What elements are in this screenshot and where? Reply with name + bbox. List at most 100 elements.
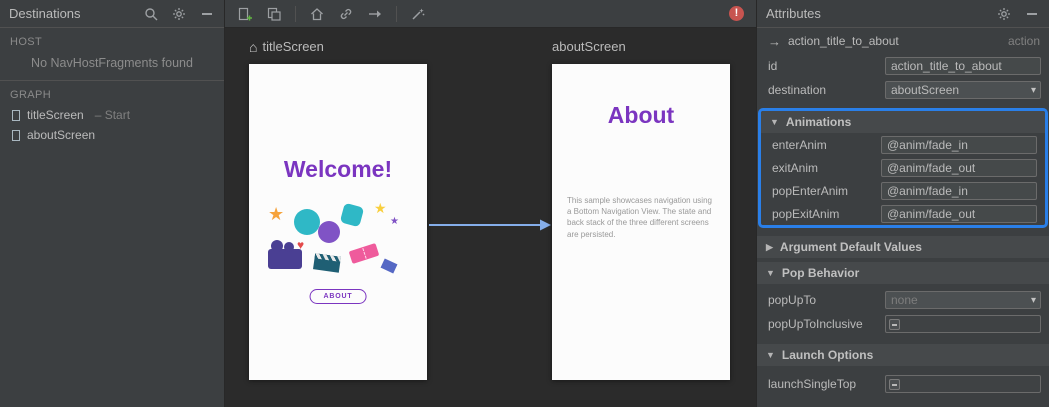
aboutscreen-label[interactable]: aboutScreen <box>552 39 626 54</box>
attributes-panel-title: Attributes <box>766 6 821 21</box>
destination-label: destination <box>768 83 827 97</box>
popexitanim-field[interactable]: @anim/fade_out <box>881 204 1037 223</box>
popexitanim-label: popExitAnim <box>772 206 840 221</box>
about-heading: About <box>607 102 675 128</box>
exitanim-label: exitAnim <box>772 160 819 175</box>
graph-section-label: GRAPH <box>10 89 52 101</box>
indeterminate-checkbox-icon <box>889 318 900 330</box>
section-open-icon: ▼ <box>766 350 775 360</box>
search-icon[interactable] <box>143 6 159 22</box>
launchsingletop-row: launchSingleTop <box>757 372 1049 396</box>
clapperboard-shape <box>313 253 341 273</box>
aboutscreen-preview[interactable]: About This sample showcases navigation u… <box>552 64 730 380</box>
animations-header-label: Animations <box>785 115 852 129</box>
about-body-text: This sample showcases navigation using a… <box>567 196 712 239</box>
add-destination-icon[interactable] <box>237 6 253 22</box>
launchsingletop-label: launchSingleTop <box>768 377 857 391</box>
titlescreen-label[interactable]: ⌂ titleScreen <box>249 39 324 54</box>
canvas-toolbar: ! <box>225 0 756 28</box>
welcome-heading: Welcome! <box>283 156 393 182</box>
destination-value: aboutScreen <box>891 83 960 97</box>
illustration: ★ ★ ★ ♥ <box>268 201 406 293</box>
destinations-panel-title: Destinations <box>9 6 81 21</box>
popuptoinclusive-label: popUpToInclusive <box>768 317 863 331</box>
minimize-icon[interactable] <box>199 6 215 22</box>
popuptoinclusive-checkbox[interactable] <box>885 315 1041 333</box>
section-closed-icon: ▶ <box>766 241 773 252</box>
minimize-icon[interactable] <box>1024 6 1040 22</box>
popenteranim-field[interactable]: @anim/fade_in <box>881 181 1037 200</box>
argument-defaults-header-label: Argument Default Values <box>779 240 922 254</box>
destination-row: destination aboutScreen ▾ <box>757 78 1049 102</box>
popuptoinclusive-row: popUpToInclusive <box>757 312 1049 336</box>
home-icon: ⌂ <box>249 38 258 55</box>
section-header-animations[interactable]: ▼ Animations <box>761 111 1045 133</box>
popupto-dropdown[interactable]: none ▾ <box>885 291 1041 309</box>
popenteranim-row: popEnterAnim @anim/fade_in <box>761 179 1045 202</box>
movie-camera-shape <box>268 240 302 269</box>
destinations-panel: Destinations HOST No NavHostFragments fo… <box>0 0 225 407</box>
popupto-value: none <box>891 293 918 307</box>
chevron-down-icon: ▾ <box>1030 84 1036 96</box>
about-button-preview[interactable]: ABOUT <box>309 289 367 304</box>
fragment-icon <box>12 109 20 121</box>
titlescreen-preview[interactable]: Welcome! ★ ★ ★ ♥ ABOUT <box>249 64 427 380</box>
graph-item-label: aboutScreen <box>27 128 96 142</box>
section-header-argument-defaults[interactable]: ▶ Argument Default Values <box>757 236 1049 258</box>
assign-start-home-icon[interactable] <box>309 6 325 22</box>
purple-circle-shape <box>318 221 340 243</box>
graph-item-suffix: – Start <box>94 108 131 122</box>
error-badge-icon[interactable]: ! <box>729 6 744 21</box>
aboutscreen-label-text: aboutScreen <box>552 39 626 54</box>
nested-graph-icon[interactable] <box>266 6 282 22</box>
popexitanim-row: popExitAnim @anim/fade_out <box>761 202 1045 225</box>
enteranim-field[interactable]: @anim/fade_in <box>881 135 1037 154</box>
selected-action-row: → action_title_to_about action <box>757 28 1049 54</box>
graph-item-titlescreen[interactable]: titleScreen – Start <box>0 105 224 125</box>
attributes-panel: Attributes → action_title_to_about actio… <box>756 0 1049 407</box>
destination-dropdown[interactable]: aboutScreen ▾ <box>885 81 1041 99</box>
popupto-row: popUpTo none ▾ <box>757 288 1049 312</box>
section-open-icon: ▼ <box>766 268 775 278</box>
titlescreen-label-text: titleScreen <box>262 39 324 54</box>
pop-behavior-header-label: Pop Behavior <box>781 266 860 280</box>
fragment-icon <box>12 129 20 141</box>
graph-item-label: titleScreen <box>27 108 84 122</box>
action-connection-arrow[interactable] <box>429 216 553 234</box>
host-section-label: HOST <box>10 36 43 48</box>
selected-action-name: action_title_to_about <box>788 34 899 48</box>
section-header-pop-behavior[interactable]: ▼ Pop Behavior <box>757 262 1049 284</box>
blue-rect-shape <box>380 258 398 274</box>
auto-arrange-wand-icon[interactable] <box>410 6 426 22</box>
destinations-panel-header: Destinations <box>0 0 224 28</box>
gear-icon[interactable] <box>171 6 187 22</box>
action-arrow-icon: → <box>768 33 781 49</box>
animations-highlight-box: ▼ Animations enterAnim @anim/fade_in exi… <box>758 108 1048 228</box>
indeterminate-checkbox-icon <box>889 378 900 390</box>
toolbar-separator <box>295 5 296 22</box>
enteranim-row: enterAnim @anim/fade_in <box>761 133 1045 156</box>
yellow-star-icon: ★ <box>374 200 387 216</box>
purple-star-icon: ★ <box>390 216 399 227</box>
section-header-launch-options[interactable]: ▼ Launch Options <box>757 344 1049 366</box>
chevron-down-icon: ▾ <box>1030 294 1036 306</box>
launch-options-header-label: Launch Options <box>781 348 874 362</box>
nav-graph-canvas[interactable]: ⌂ titleScreen Welcome! ★ ★ ★ ♥ ABOUT abo… <box>225 28 756 407</box>
popupto-label: popUpTo <box>768 293 817 307</box>
id-row: id action_title_to_about <box>757 54 1049 78</box>
nav-editor-panel: ! ⌂ titleScreen Welcome! ★ ★ ★ ♥ ABOUT a… <box>225 0 756 407</box>
section-open-icon: ▼ <box>770 117 779 127</box>
add-action-icon[interactable] <box>367 6 383 22</box>
selected-action-type: action <box>1007 34 1040 48</box>
gear-icon[interactable] <box>996 6 1012 22</box>
graph-item-aboutscreen[interactable]: aboutScreen <box>0 125 224 145</box>
exitanim-field[interactable]: @anim/fade_out <box>881 158 1037 177</box>
deep-link-icon[interactable] <box>338 6 354 22</box>
launchsingletop-checkbox[interactable] <box>885 375 1041 393</box>
popenteranim-label: popEnterAnim <box>772 183 849 198</box>
enteranim-label: enterAnim <box>772 137 827 152</box>
teal-square-shape <box>339 202 365 228</box>
teal-circle-shape <box>294 209 320 235</box>
id-field[interactable]: action_title_to_about <box>885 57 1041 75</box>
toolbar-separator <box>396 5 397 22</box>
